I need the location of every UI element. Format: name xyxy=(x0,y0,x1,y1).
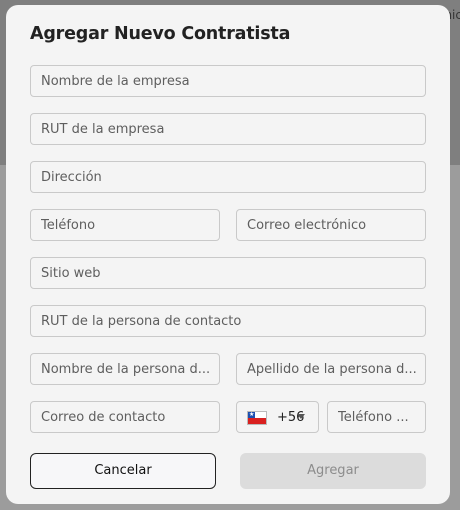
contact-phone-input[interactable]: Teléfono ... xyxy=(327,401,426,433)
modal-title: Agregar Nuevo Contratista xyxy=(30,24,291,44)
website-input[interactable]: Sitio web xyxy=(30,257,426,289)
cancel-button[interactable]: Cancelar xyxy=(30,453,216,489)
address-placeholder: Dirección xyxy=(41,170,102,185)
contact-rut-placeholder: RUT de la persona de contacto xyxy=(41,314,242,329)
company-rut-input[interactable]: RUT de la empresa xyxy=(30,113,426,145)
chevron-down-icon xyxy=(297,414,305,419)
email-input[interactable]: Correo electrónico xyxy=(236,209,426,241)
add-button[interactable]: Agregar xyxy=(240,453,426,489)
contact-first-name-input[interactable]: Nombre de la persona d... xyxy=(30,353,220,385)
add-contractor-modal: Agregar Nuevo Contratista Nombre de la e… xyxy=(6,5,450,504)
phone-placeholder: Teléfono xyxy=(41,218,96,233)
contact-email-placeholder: Correo de contacto xyxy=(41,410,166,425)
company-name-input[interactable]: Nombre de la empresa xyxy=(30,65,426,97)
chile-flag-icon: ★ xyxy=(247,411,267,425)
contact-last-name-input[interactable]: Apellido de la persona d... xyxy=(236,353,426,385)
address-input[interactable]: Dirección xyxy=(30,161,426,193)
contact-phone-placeholder: Teléfono ... xyxy=(338,410,409,425)
phone-input[interactable]: Teléfono xyxy=(30,209,220,241)
contact-first-name-placeholder: Nombre de la persona d... xyxy=(41,362,211,377)
email-placeholder: Correo electrónico xyxy=(247,218,367,233)
contact-last-name-placeholder: Apellido de la persona d... xyxy=(247,362,417,377)
contact-rut-input[interactable]: RUT de la persona de contacto xyxy=(30,305,426,337)
company-name-placeholder: Nombre de la empresa xyxy=(41,74,190,89)
website-placeholder: Sitio web xyxy=(41,266,101,281)
country-code-select[interactable]: ★ +56 xyxy=(236,401,319,433)
company-rut-placeholder: RUT de la empresa xyxy=(41,122,165,137)
contact-email-input[interactable]: Correo de contacto xyxy=(30,401,220,433)
